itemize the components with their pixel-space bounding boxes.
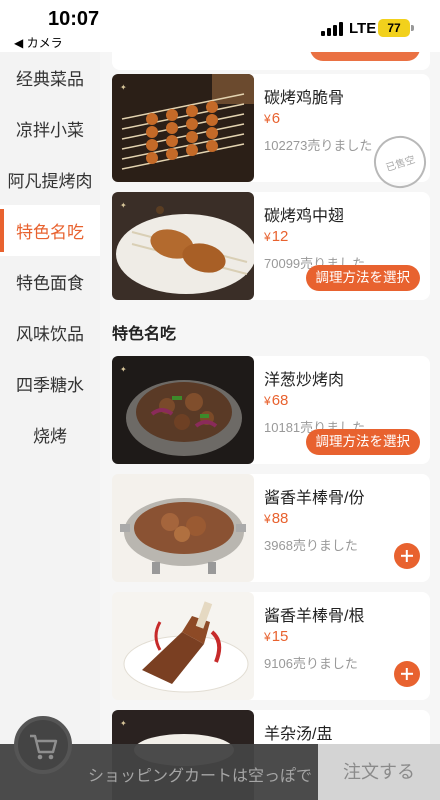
product-name: 碳烤鸡脆骨: [264, 90, 345, 107]
product-name: 酱香羊棒骨/份: [264, 490, 365, 507]
add-to-cart-button[interactable]: [394, 543, 420, 569]
status-bar: 10:07 ◀ カメラ LTE 77: [0, 0, 440, 52]
product-card[interactable]: ✦ 洋葱炒烤肉 ¥68 10181売りました 調理方法を選択: [112, 356, 430, 464]
svg-text:✦: ✦: [120, 201, 127, 210]
product-card[interactable]: 酱香羊棒骨/根 ¥15 9106売りました: [112, 592, 430, 700]
network-type: LTE: [349, 20, 377, 37]
product-price: ¥6: [264, 110, 281, 127]
product-list[interactable]: ✦ 碳烤鸡脆骨 ¥6 102273売りました 已售空 ✦ 碳烤鸡中翅 ¥12 7…: [100, 52, 440, 800]
choose-cooking-method-button[interactable]: 調理方法を選択: [305, 265, 420, 291]
lamb-bone-pot-image[interactable]: [112, 474, 254, 582]
back-to-camera-link[interactable]: ◀ カメラ: [14, 34, 63, 51]
product-name: 洋葱炒烤肉: [264, 372, 345, 389]
cart-icon[interactable]: [14, 716, 72, 774]
product-name: 碳烤鸡中翅: [264, 208, 345, 225]
product-card[interactable]: ✦ 碳烤鸡中翅 ¥12 70099売りました 調理方法を選択: [112, 192, 430, 300]
battery-icon: 77: [378, 19, 410, 37]
svg-text:✦: ✦: [120, 83, 127, 92]
sidebar-item-drinks[interactable]: 风味饮品: [0, 307, 100, 358]
product-card[interactable]: 酱香羊棒骨/份 ¥88 3968売りました: [112, 474, 430, 582]
onion-stir-fried-meat-image[interactable]: ✦: [112, 356, 254, 464]
sold-count: 102273売りました: [264, 138, 373, 153]
grilled-chicken-wings-image[interactable]: ✦: [112, 192, 254, 300]
sidebar-item-classic[interactable]: 经典菜品: [0, 52, 100, 103]
svg-text:✦: ✦: [120, 365, 127, 374]
sold-out-stamp: 已售空: [367, 129, 433, 195]
category-sidebar: 经典菜品 凉拌小菜 阿凡提烤肉 特色名吃 特色面食 风味饮品 四季糖水 烧烤: [0, 52, 100, 800]
section-title: 特色名吃: [112, 326, 177, 343]
order-button[interactable]: 注文する: [318, 744, 440, 800]
sidebar-item-sweet-soups[interactable]: 四季糖水: [0, 358, 100, 409]
single-lamb-bone-image[interactable]: [112, 592, 254, 700]
sidebar-item-cold-dishes[interactable]: 凉拌小菜: [0, 103, 100, 154]
product-price: ¥68: [264, 392, 289, 409]
sidebar-item-afanti-bbq[interactable]: 阿凡提烤肉: [0, 154, 100, 205]
product-price: ¥15: [264, 628, 289, 645]
sidebar-item-specialties[interactable]: 特色名吃: [0, 205, 100, 256]
product-name: 酱香羊棒骨/根: [264, 608, 365, 625]
sidebar-item-noodles[interactable]: 特色面食: [0, 256, 100, 307]
product-price: ¥12: [264, 228, 289, 245]
product-name: 羊杂汤/盅: [264, 726, 333, 743]
sidebar-item-barbecue[interactable]: 烧烤: [0, 409, 100, 460]
battery-tip: [411, 25, 414, 31]
product-card[interactable]: ✦ 碳烤鸡脆骨 ¥6 102273売りました 已售空: [112, 74, 433, 195]
add-to-cart-button[interactable]: [394, 661, 420, 687]
clock: 10:07: [48, 8, 100, 30]
sold-count: 9106売りました: [264, 656, 358, 671]
chicken-cartilage-skewers-image[interactable]: ✦: [112, 74, 254, 182]
product-card-partial[interactable]: [112, 52, 430, 70]
choose-cooking-method-button[interactable]: 調理方法を選択: [305, 429, 420, 455]
cart-empty-text: ショッピングカートは空っぽで: [88, 768, 313, 785]
svg-text:✦: ✦: [120, 719, 127, 728]
sold-count: 3968売りました: [264, 538, 358, 553]
partial-option-button[interactable]: [310, 52, 420, 61]
product-price: ¥88: [264, 510, 289, 527]
signal-icon: [321, 22, 343, 36]
